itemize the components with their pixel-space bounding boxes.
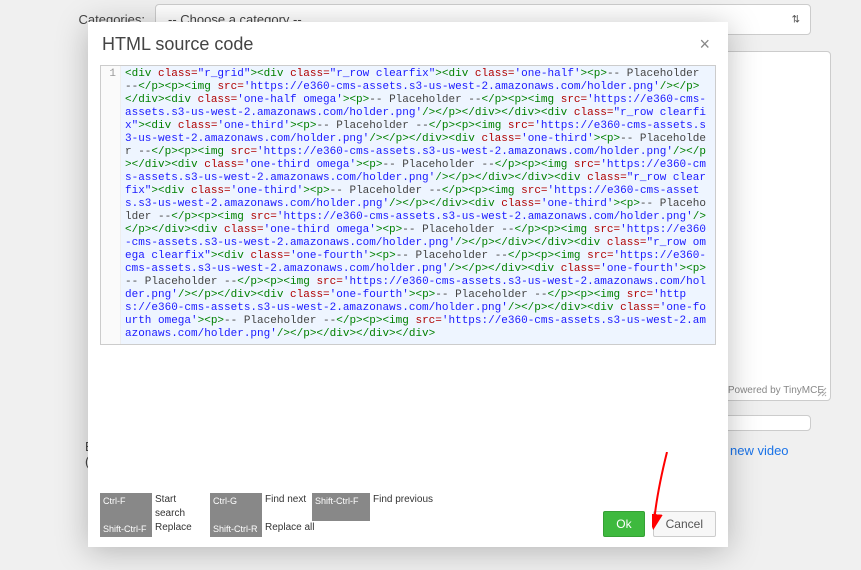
kbd-text: Replace all <box>262 521 317 537</box>
modal-title: HTML source code <box>102 34 253 55</box>
kbd-text: Replace <box>152 521 210 537</box>
kbd-ctrl-f: Ctrl-F <box>100 493 152 521</box>
close-button[interactable]: × <box>695 34 714 55</box>
code-content[interactable]: <div class="r_grid"><div class="r_row cl… <box>121 66 715 344</box>
cancel-button[interactable]: Cancel <box>653 511 716 537</box>
ok-button[interactable]: Ok <box>603 511 644 537</box>
code-gutter: 1 <box>101 66 121 344</box>
kbd-ctrl-g: Ctrl-G <box>210 493 262 521</box>
source-code-editor[interactable]: 1 <div class="r_grid"><div class="r_row … <box>100 65 716 345</box>
kbd-shift-ctrl-f: Shift-Ctrl-F <box>312 493 370 521</box>
kbd-text: Start search <box>152 493 210 521</box>
kbd-text: Find previous <box>370 493 436 521</box>
kbd-text: Find next <box>262 493 312 521</box>
kbd-shift-ctrl-r: Shift-Ctrl-R <box>210 521 262 537</box>
keyboard-shortcuts: Ctrl-FStart searchCtrl-GFind nextShift-C… <box>100 493 436 537</box>
html-source-modal: HTML source code × 1 <div class="r_grid"… <box>88 22 728 547</box>
kbd-shift-ctrl-f2: Shift-Ctrl-F <box>100 521 152 537</box>
